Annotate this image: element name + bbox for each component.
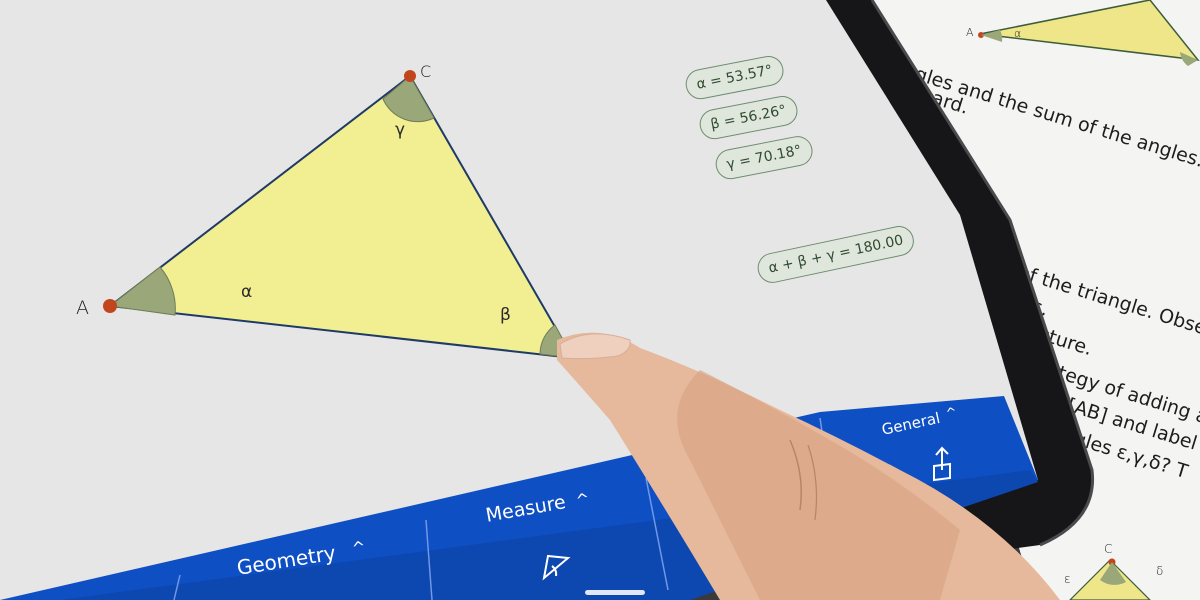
- tablet-screen: A C α β γ α = 53.57° β = 56.26° γ = 70.1…: [0, 0, 1200, 600]
- label-angle-alpha: α: [241, 282, 253, 302]
- caret-up-icon[interactable]: ^: [351, 537, 367, 558]
- label-point-c: C: [420, 62, 432, 81]
- label-angle-beta: β: [500, 305, 511, 325]
- home-indicator: [585, 590, 645, 595]
- label-point-a: A: [76, 297, 89, 319]
- point-a[interactable]: [103, 299, 117, 313]
- point-c[interactable]: [404, 70, 416, 82]
- label-angle-gamma: γ: [395, 120, 406, 140]
- photo-scene: angles and the sum of the angles. Place …: [0, 0, 1200, 600]
